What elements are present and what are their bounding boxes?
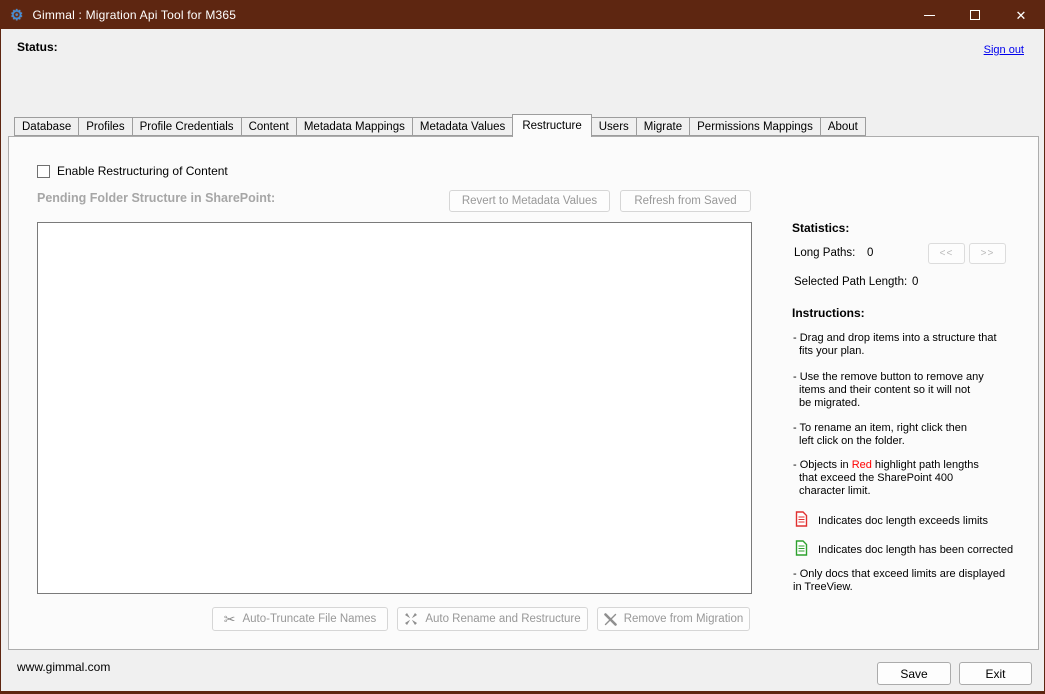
tab-migrate[interactable]: Migrate: [636, 117, 690, 136]
tab-profile-credentials[interactable]: Profile Credentials: [132, 117, 242, 136]
scissors-icon: ✂: [224, 612, 236, 626]
exit-button[interactable]: Exit: [959, 662, 1032, 685]
close-button[interactable]: ✕: [998, 1, 1044, 29]
tab-metadata-values[interactable]: Metadata Values: [412, 117, 513, 136]
maximize-icon: [970, 10, 980, 20]
auto-rename-label: Auto Rename and Restructure: [425, 613, 580, 625]
selected-path-length-value: 0: [912, 276, 918, 288]
legend-doc-exceeds-label: Indicates doc length exceeds limits: [818, 515, 988, 527]
enable-restructuring-row: Enable Restructuring of Content: [37, 164, 228, 178]
revert-to-metadata-values-button[interactable]: Revert to Metadata Values: [449, 190, 610, 212]
maximize-button[interactable]: [952, 1, 998, 29]
instruction-remove-button: - Use the remove button to remove any it…: [793, 371, 984, 410]
gear-icon: ⚙: [10, 8, 23, 23]
tab-database[interactable]: Database: [14, 117, 79, 136]
previous-long-path-button[interactable]: <<: [928, 243, 965, 264]
remove-from-migration-button[interactable]: Remove from Migration: [597, 607, 750, 631]
long-paths-label: Long Paths:: [794, 247, 855, 259]
enable-restructuring-label: Enable Restructuring of Content: [57, 164, 228, 178]
window-controls: ✕: [906, 1, 1044, 29]
tab-about[interactable]: About: [820, 117, 866, 136]
pending-folder-structure-treeview[interactable]: [37, 222, 752, 594]
save-button[interactable]: Save: [877, 662, 951, 685]
minimize-button[interactable]: [906, 1, 952, 29]
close-icon: ✕: [1016, 9, 1027, 22]
instruction-red-objects: - Objects in Red highlight path lengths …: [793, 459, 979, 498]
enable-restructuring-checkbox[interactable]: [37, 165, 50, 178]
tab-users[interactable]: Users: [591, 117, 637, 136]
tab-strip: Database Profiles Profile Credentials Co…: [14, 114, 866, 136]
refresh-from-saved-button[interactable]: Refresh from Saved: [620, 190, 751, 212]
remove-from-migration-label: Remove from Migration: [624, 613, 744, 625]
restructure-tab-panel: Enable Restructuring of Content Pending …: [8, 136, 1039, 650]
auto-rename-and-restructure-button[interactable]: Auto Rename and Restructure: [397, 607, 588, 631]
legend-doc-corrected: Indicates doc length has been corrected: [795, 540, 1013, 559]
app-window: ⚙ Gimmal : Migration Api Tool for M365 ✕…: [0, 0, 1045, 694]
collapse-arrows-icon: [404, 612, 418, 626]
instruction-drag-drop: - Drag and drop items into a structure t…: [793, 332, 997, 358]
tab-permissions-mappings[interactable]: Permissions Mappings: [689, 117, 821, 136]
tab-metadata-mappings[interactable]: Metadata Mappings: [296, 117, 413, 136]
tab-content[interactable]: Content: [241, 117, 297, 136]
titlebar: ⚙ Gimmal : Migration Api Tool for M365 ✕: [1, 1, 1044, 29]
status-label: Status:: [17, 40, 58, 54]
long-paths-value: 0: [867, 247, 873, 259]
pending-structure-label: Pending Folder Structure in SharePoint:: [37, 191, 275, 205]
green-document-icon: [795, 540, 808, 559]
website-label: www.gimmal.com: [17, 660, 110, 674]
auto-truncate-file-names-button[interactable]: ✂ Auto-Truncate File Names: [212, 607, 388, 631]
window-title: Gimmal : Migration Api Tool for M365: [32, 8, 236, 22]
red-highlight-word: Red: [852, 459, 872, 471]
sign-out-link[interactable]: Sign out: [984, 44, 1024, 56]
selected-path-length-label: Selected Path Length:: [794, 276, 907, 288]
minimize-icon: [924, 15, 935, 16]
legend-doc-corrected-label: Indicates doc length has been corrected: [818, 544, 1013, 556]
red-document-icon: [795, 511, 808, 530]
delete-x-icon: [604, 613, 617, 626]
instructions-title: Instructions:: [792, 306, 865, 320]
instruction-treeview-display: - Only docs that exceed limits are displ…: [793, 568, 1005, 594]
tab-restructure[interactable]: Restructure: [512, 114, 591, 137]
next-long-path-button[interactable]: >>: [969, 243, 1006, 264]
legend-doc-exceeds: Indicates doc length exceeds limits: [795, 511, 988, 530]
auto-truncate-label: Auto-Truncate File Names: [242, 613, 376, 625]
tab-profiles[interactable]: Profiles: [78, 117, 132, 136]
instruction-rename: - To rename an item, right click then le…: [793, 422, 967, 448]
statistics-title: Statistics:: [792, 221, 849, 235]
